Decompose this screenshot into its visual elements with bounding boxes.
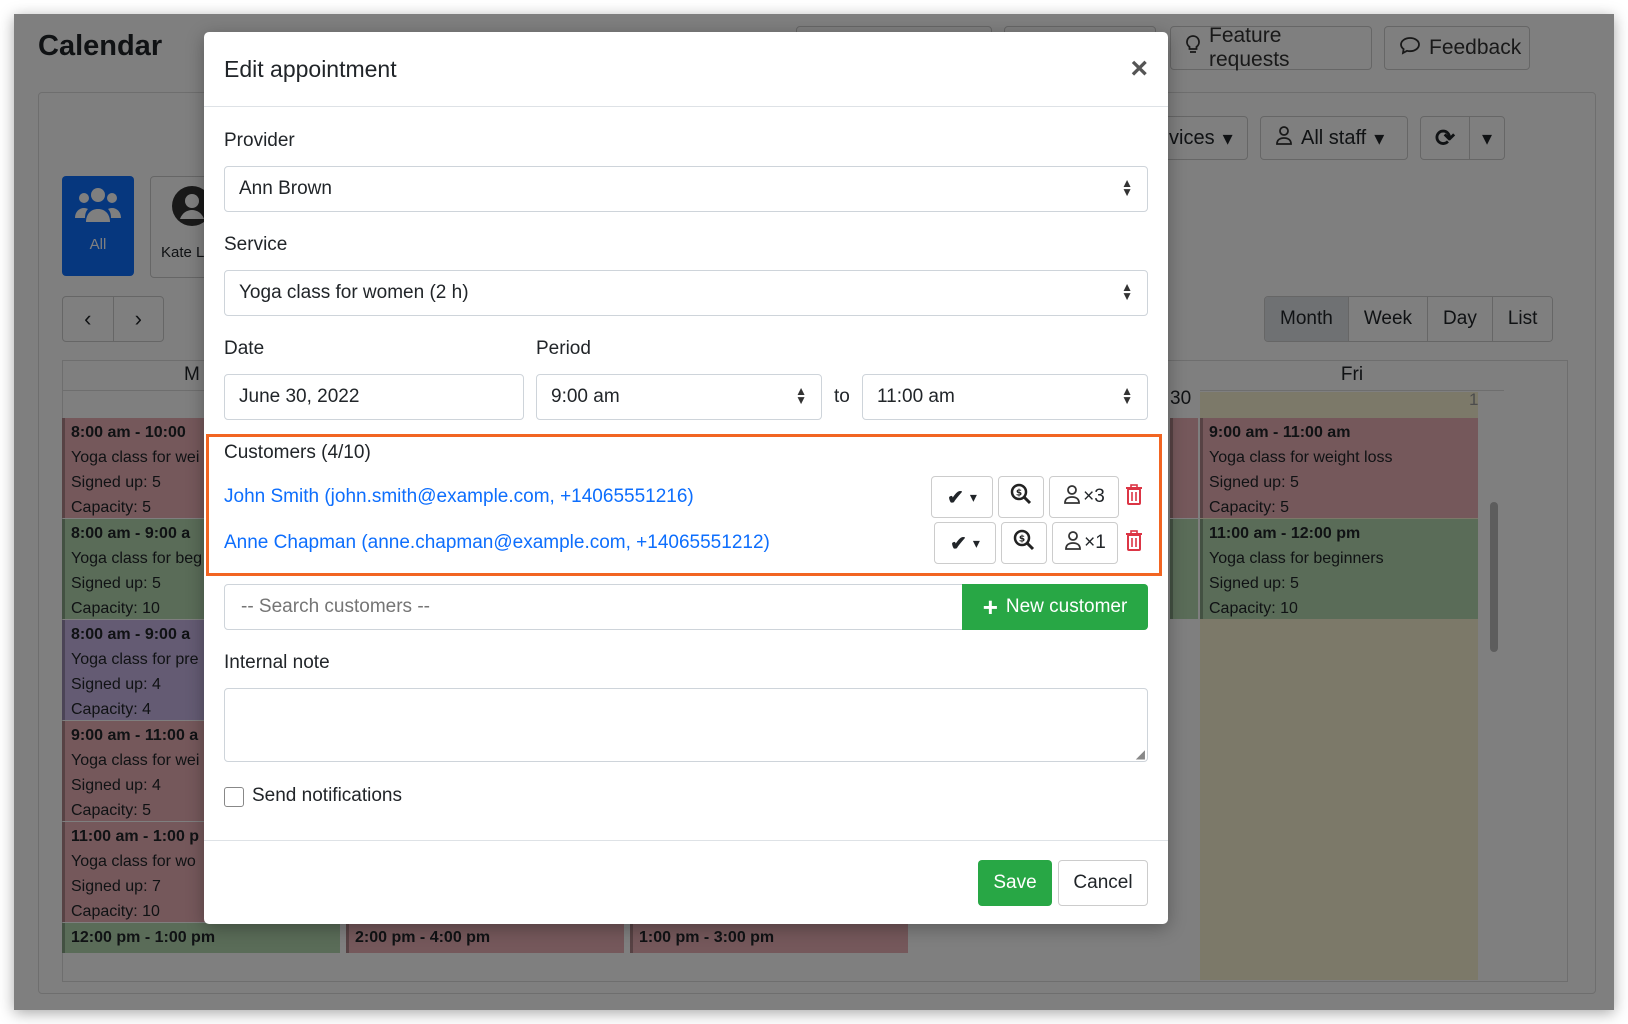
svg-text:$: $ — [1016, 489, 1022, 499]
service-select[interactable]: Yoga class for women (2 h) ▲ ▼ — [224, 270, 1148, 316]
customer-payment-button[interactable]: $ — [1001, 522, 1047, 564]
new-customer-button[interactable]: + New customer — [962, 584, 1148, 630]
send-notifications-label[interactable]: Send notifications — [252, 785, 402, 807]
customer-search-input[interactable] — [225, 585, 957, 629]
customer-link[interactable]: Anne Chapman (anne.chapman@example.com, … — [224, 532, 770, 554]
edit-appointment-dialog: Edit appointment × Provider Ann Brown ▲ ▼… — [204, 32, 1168, 924]
internal-note-label: Internal note — [224, 652, 330, 673]
close-icon[interactable]: × — [1130, 52, 1148, 86]
period-to-value: 11:00 am — [877, 386, 955, 407]
select-arrows-icon: ▲ ▼ — [1121, 176, 1133, 199]
period-label: Period — [536, 338, 591, 359]
period-to-select[interactable]: 11:00 am ▲ ▼ — [862, 374, 1148, 420]
service-value: Yoga class for women (2 h) — [239, 282, 469, 303]
customer-link[interactable]: John Smith (john.smith@example.com, +140… — [224, 486, 694, 508]
customer-persons-button[interactable]: ×3 — [1049, 476, 1119, 518]
service-label: Service — [224, 234, 288, 255]
period-from-value: 9:00 am — [551, 386, 620, 407]
resize-handle-icon[interactable]: ◢ — [1136, 747, 1145, 761]
customer-payment-button[interactable]: $ — [998, 476, 1044, 518]
save-button[interactable]: Save — [978, 860, 1052, 906]
payment-search-icon: $ — [1013, 529, 1035, 557]
period-from-select[interactable]: 9:00 am ▲ ▼ — [536, 374, 822, 420]
provider-value: Ann Brown — [239, 178, 332, 199]
check-icon: ✔ — [947, 486, 964, 509]
customer-persons-count: ×3 — [1083, 486, 1105, 507]
new-customer-label: New customer — [1005, 596, 1128, 617]
date-input[interactable]: June 30, 2022 — [224, 374, 524, 420]
customer-search-group: + New customer — [224, 584, 1148, 630]
select-arrows-icon: ▲ ▼ — [795, 384, 807, 407]
date-value: June 30, 2022 — [239, 386, 360, 407]
svg-text:$: $ — [1019, 535, 1025, 545]
select-arrows-icon: ▲ ▼ — [1121, 280, 1133, 303]
customer-status-dropdown[interactable]: ✔ ▾ — [934, 522, 996, 564]
cancel-button[interactable]: Cancel — [1058, 860, 1148, 906]
send-notifications-checkbox[interactable] — [224, 787, 244, 807]
user-icon — [1063, 484, 1081, 510]
customers-label: Customers (4/10) — [224, 442, 371, 463]
caret-down-icon: ▾ — [972, 534, 980, 551]
trash-icon[interactable] — [1124, 529, 1146, 555]
plus-icon: + — [982, 592, 998, 622]
user-icon — [1064, 530, 1082, 556]
provider-select[interactable]: Ann Brown ▲ ▼ — [224, 166, 1148, 212]
select-arrows-icon: ▲ ▼ — [1121, 384, 1133, 407]
customer-persons-button[interactable]: ×1 — [1052, 522, 1118, 564]
date-label: Date — [224, 338, 265, 359]
trash-icon[interactable] — [1124, 483, 1146, 509]
modal-header: Edit appointment × — [204, 32, 1168, 107]
internal-note-textarea[interactable]: ◢ — [224, 688, 1148, 762]
payment-search-icon: $ — [1010, 483, 1032, 511]
customer-persons-count: ×1 — [1084, 532, 1106, 553]
caret-down-icon: ▾ — [969, 488, 977, 505]
app-window: Calendar Feature requests Feedback vices… — [14, 14, 1614, 1010]
customer-status-dropdown[interactable]: ✔ ▾ — [931, 476, 993, 518]
provider-label: Provider — [224, 130, 295, 151]
modal-footer-divider — [204, 840, 1168, 841]
modal-title: Edit appointment — [224, 55, 397, 82]
check-icon: ✔ — [950, 532, 967, 555]
period-to-label: to — [834, 386, 850, 407]
